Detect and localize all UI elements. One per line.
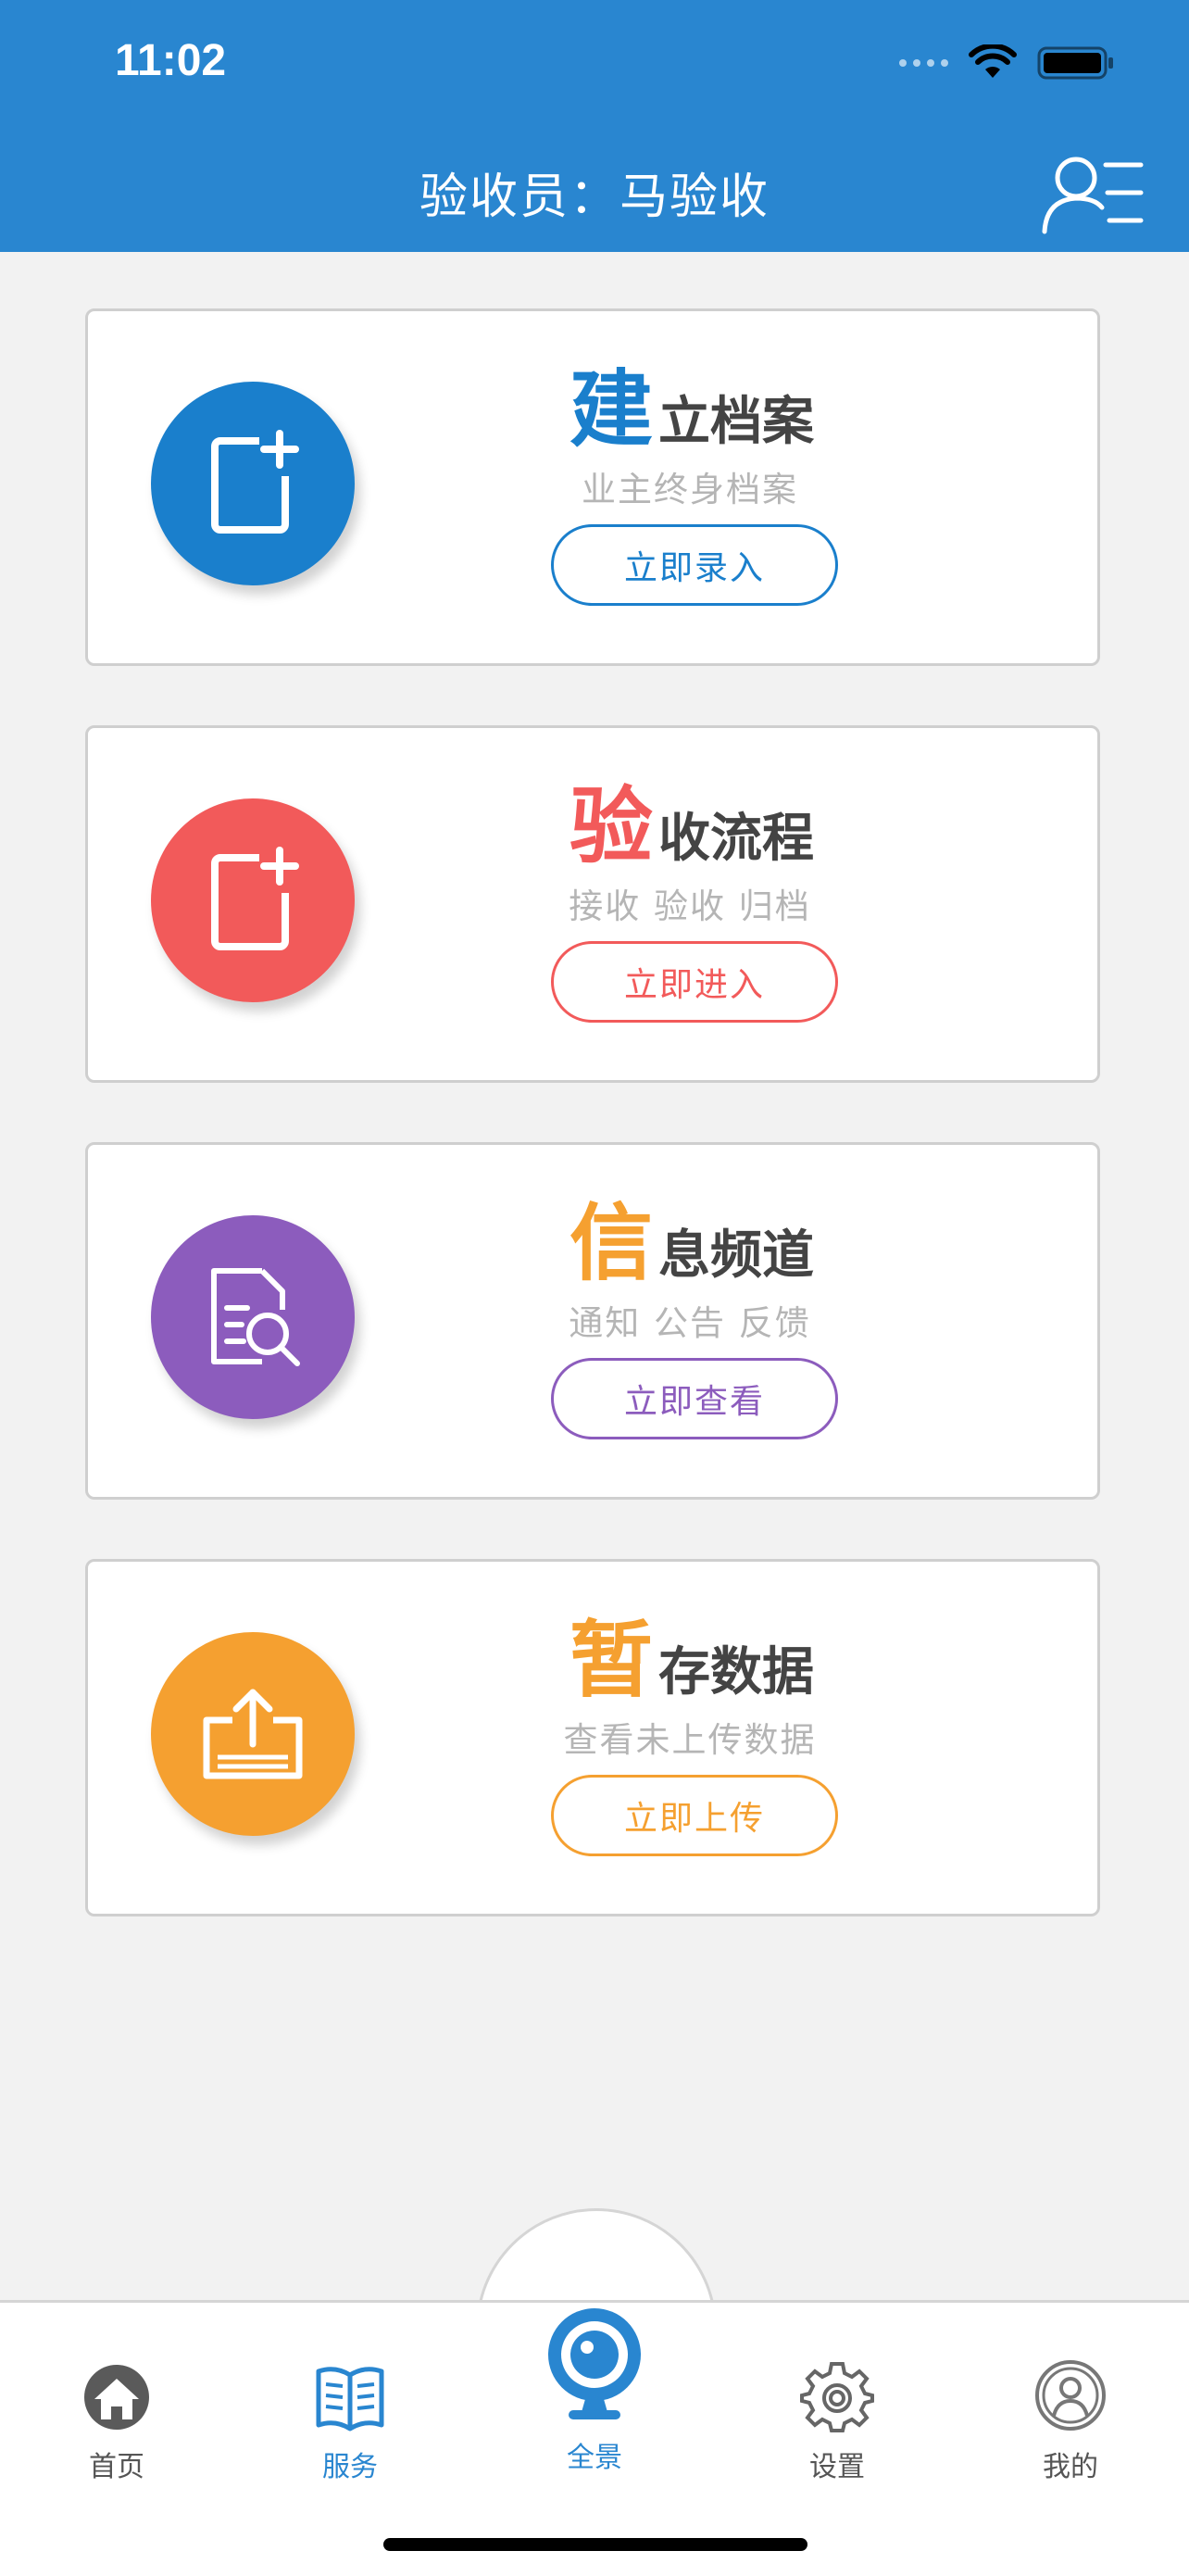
- tab-panorama[interactable]: 全景: [511, 2303, 678, 2475]
- tab-label: 我的: [1043, 2451, 1098, 2483]
- tab-home[interactable]: 首页: [33, 2353, 200, 2484]
- tab-mine[interactable]: 我的: [987, 2353, 1154, 2484]
- add-document-icon: [151, 382, 355, 585]
- wifi-icon: [969, 44, 1017, 78]
- home-icon: [84, 2365, 149, 2430]
- document-search-icon: [151, 1215, 355, 1419]
- status-icons: [899, 44, 1115, 82]
- home-indicator: [383, 2538, 807, 2551]
- tab-label: 全景: [567, 2442, 622, 2474]
- card-acceptance-process[interactable]: 验收流程 接收 验收 归档 立即进入: [85, 725, 1100, 1083]
- enter-process-button[interactable]: 立即进入: [551, 941, 838, 1023]
- user-menu-button[interactable]: [1037, 146, 1148, 239]
- gear-icon: [800, 2362, 874, 2432]
- upload-now-button[interactable]: 立即上传: [551, 1775, 838, 1856]
- tab-settings[interactable]: 设置: [754, 2353, 920, 2484]
- card-title: 验收流程: [569, 778, 814, 875]
- card-create-archive[interactable]: 建立档案 业主终身档案 立即录入: [85, 308, 1100, 666]
- battery-icon: [1037, 46, 1113, 80]
- tab-label: 服务: [322, 2451, 378, 2483]
- tab-label: 设置: [809, 2451, 865, 2483]
- tab-label: 首页: [89, 2451, 144, 2483]
- card-subtitle: 通知 公告 反馈: [569, 1303, 811, 1343]
- card-subtitle: 业主终身档案: [582, 470, 798, 509]
- page-title: 验收员：马验收: [419, 170, 770, 225]
- card-title: 建立档案: [569, 361, 814, 459]
- enter-record-button[interactable]: 立即录入: [551, 524, 838, 606]
- webcam-icon: [548, 2308, 641, 2419]
- upload-tray-icon: [151, 1632, 355, 1836]
- card-title: 信息频道: [569, 1195, 814, 1292]
- card-subtitle: 查看未上传数据: [563, 1720, 817, 1760]
- cellular-signal-icon: [899, 59, 948, 67]
- view-now-button[interactable]: 立即查看: [551, 1358, 838, 1439]
- card-subtitle: 接收 验收 归档: [569, 886, 811, 926]
- add-document-icon: [151, 798, 355, 1002]
- user-list-icon: [1042, 157, 1144, 234]
- card-info-channel[interactable]: 信息频道 通知 公告 反馈 立即查看: [85, 1142, 1100, 1500]
- card-temp-data[interactable]: 暂存数据 查看未上传数据 立即上传: [85, 1559, 1100, 1916]
- book-icon: [316, 2367, 384, 2431]
- tab-service[interactable]: 服务: [267, 2353, 433, 2484]
- status-time: 11:02: [115, 36, 227, 85]
- app-header: 11:02 验收员：马验收: [0, 0, 1189, 252]
- card-title: 暂存数据: [569, 1612, 814, 1709]
- user-icon: [1035, 2360, 1106, 2431]
